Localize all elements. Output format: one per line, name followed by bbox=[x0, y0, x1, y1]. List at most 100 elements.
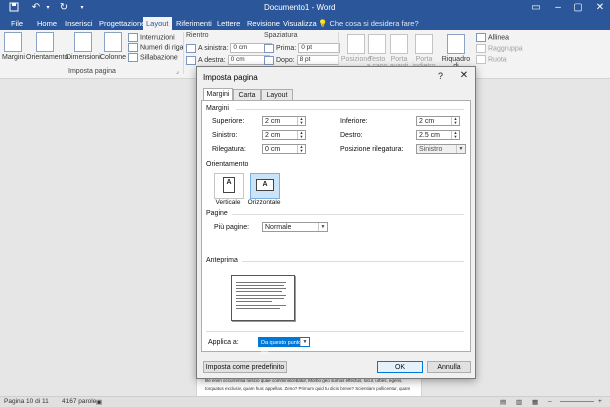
inferiore-label: Inferiore: bbox=[340, 118, 368, 125]
minimize-icon[interactable]: – bbox=[548, 1, 568, 15]
porta-avanti-button[interactable]: Porta avanti bbox=[388, 34, 410, 70]
allinea-button[interactable]: Allinea bbox=[476, 33, 509, 43]
preview-line bbox=[236, 288, 286, 289]
landscape-option[interactable]: A bbox=[250, 173, 280, 199]
proofing-icon[interactable]: ▣ bbox=[96, 398, 102, 406]
document-page[interactable]: Ille enim occurrentia nescio quae commin… bbox=[196, 376, 422, 398]
margini-button[interactable]: Margini bbox=[2, 32, 25, 61]
close-window-icon[interactable]: ✕ bbox=[590, 1, 610, 15]
tab-inserisci[interactable]: Inserisci bbox=[62, 17, 96, 30]
align-icon bbox=[476, 33, 486, 42]
group-separator bbox=[183, 32, 184, 74]
maximize-icon[interactable]: ▢ bbox=[568, 1, 588, 15]
spin-arrows-icon[interactable]: ▲ ▼ bbox=[297, 145, 305, 153]
zoom-out-icon[interactable]: – bbox=[548, 398, 552, 405]
spin-arrows-icon[interactable]: ▲ ▼ bbox=[297, 131, 305, 139]
destro-stepper[interactable]: 2.5 cm ▲ ▼ bbox=[416, 130, 460, 140]
columns-icon bbox=[104, 32, 122, 52]
chevron-down-icon: ▼ bbox=[456, 145, 465, 153]
line-numbers-icon bbox=[128, 43, 138, 52]
window-title: Documento1 - Word bbox=[264, 3, 336, 12]
raggruppa-button[interactable]: Raggruppa bbox=[476, 44, 523, 54]
size-icon bbox=[74, 32, 92, 52]
spacing-before-field[interactable]: Prima: 0 pt bbox=[264, 43, 341, 53]
help-icon[interactable]: ? bbox=[438, 71, 443, 81]
spacing-after-icon bbox=[264, 55, 274, 65]
zoom-in-icon[interactable]: + bbox=[598, 398, 602, 405]
qat-customize-icon[interactable]: ▾ bbox=[76, 2, 88, 14]
spin-arrows-icon[interactable]: ▲ ▼ bbox=[451, 117, 459, 125]
landscape-icon: A bbox=[256, 179, 274, 191]
page-setup-dialog: Imposta pagina ? ✕ Margini Carta Layout … bbox=[196, 66, 476, 379]
ribbon-tabs: File Home Inserisci Progettazione Layout… bbox=[0, 17, 610, 30]
dialog-title: Imposta pagina bbox=[203, 73, 258, 82]
page-preview bbox=[231, 275, 295, 321]
redo-icon[interactable]: ↻ bbox=[58, 2, 70, 14]
tab-visualizza[interactable]: Visualizza bbox=[280, 17, 320, 30]
spacing-before-icon bbox=[264, 43, 274, 53]
applica-select[interactable]: Da questo punto in poi ▼ bbox=[258, 337, 310, 356]
tab-home[interactable]: Home bbox=[34, 17, 60, 30]
lightbulb-icon: 💡 bbox=[318, 19, 328, 28]
position-icon bbox=[347, 34, 365, 54]
posizione-rilegatura-label: Posizione rilegatura: bbox=[340, 146, 404, 153]
posizione-rilegatura-select[interactable]: Sinistro ▼ bbox=[416, 144, 466, 154]
page-count[interactable]: Pagina 10 di 11 bbox=[4, 398, 49, 405]
section-margini: Margini bbox=[206, 105, 229, 112]
tell-me-search[interactable]: 💡 Che cosa si desidera fare? bbox=[318, 17, 419, 30]
close-icon[interactable]: ✕ bbox=[458, 70, 470, 81]
print-layout-icon[interactable]: ▥ bbox=[516, 398, 522, 406]
spacing-after-field[interactable]: Dopo: 8 pt bbox=[264, 55, 339, 65]
interruzioni-button[interactable]: Interruzioni bbox=[128, 33, 175, 43]
indent-right-field[interactable]: A destra: 0 cm bbox=[186, 55, 270, 65]
tab-revisione[interactable]: Revisione bbox=[244, 17, 283, 30]
ruota-button[interactable]: Ruota bbox=[476, 55, 507, 65]
preview-line bbox=[236, 308, 280, 309]
read-mode-icon[interactable]: ▤ bbox=[500, 398, 506, 406]
superiore-stepper[interactable]: 2 cm ▲ ▼ bbox=[262, 116, 306, 126]
divider bbox=[236, 109, 464, 110]
tab-progettazione[interactable]: Progettazione bbox=[96, 17, 148, 30]
numeri-di-riga-button[interactable]: Numeri di riga bbox=[128, 43, 184, 53]
indent-left-icon bbox=[186, 43, 196, 53]
portrait-option[interactable]: A bbox=[214, 173, 244, 199]
piu-pagine-select[interactable]: Normale ▼ bbox=[262, 222, 328, 232]
zoom-slider[interactable] bbox=[560, 401, 594, 402]
orientamento-button[interactable]: Orientamento bbox=[26, 32, 68, 61]
selection-pane-icon bbox=[447, 34, 465, 54]
word-count[interactable]: 4167 parole bbox=[62, 398, 96, 405]
sinistro-stepper[interactable]: 2 cm ▲ ▼ bbox=[262, 130, 306, 140]
preview-line bbox=[236, 301, 272, 302]
tab-riferimenti[interactable]: Riferimenti bbox=[173, 17, 215, 30]
section-orientamento: Orientamento bbox=[206, 161, 249, 168]
sillabazione-button[interactable]: Sillabazione bbox=[128, 53, 178, 63]
spaziatura-label: Spaziatura bbox=[264, 32, 298, 39]
spin-arrows-icon[interactable]: ▲ ▼ bbox=[451, 131, 459, 139]
imposta-predefinito-button[interactable]: Imposta come predefinito bbox=[203, 361, 287, 373]
indent-right-icon bbox=[186, 55, 196, 65]
tab-file[interactable]: File bbox=[8, 17, 26, 30]
ok-button[interactable]: OK bbox=[377, 361, 423, 373]
testo-a-capo-button[interactable]: Testo a capo bbox=[366, 34, 388, 70]
tab-layout[interactable]: Layout bbox=[143, 17, 172, 30]
colonne-button[interactable]: Colonne bbox=[100, 32, 126, 61]
inferiore-stepper[interactable]: 2 cm ▲ ▼ bbox=[416, 116, 460, 126]
save-icon[interactable] bbox=[8, 2, 20, 14]
rotate-icon bbox=[476, 55, 486, 64]
undo-icon[interactable]: ↶ bbox=[30, 2, 42, 14]
web-layout-icon[interactable]: ▦ bbox=[532, 398, 538, 406]
annulla-button[interactable]: Annulla bbox=[427, 361, 471, 373]
group-label-imposta-pagina: Imposta pagina bbox=[68, 68, 116, 75]
porta-indietro-button[interactable]: Porta indietro bbox=[412, 34, 436, 70]
portrait-icon: A bbox=[223, 177, 235, 193]
tab-lettere[interactable]: Lettere bbox=[214, 17, 243, 30]
indent-left-field[interactable]: A sinistra: 0 cm bbox=[186, 43, 273, 53]
group-icon bbox=[476, 44, 486, 53]
dimensioni-button[interactable]: Dimensioni bbox=[66, 32, 101, 61]
dialog-launcher-icon[interactable]: ⌟ bbox=[176, 68, 179, 75]
chevron-down-icon: ▼ bbox=[318, 223, 327, 231]
ribbon-display-icon[interactable]: ▭ bbox=[526, 1, 546, 15]
spin-arrows-icon[interactable]: ▲ ▼ bbox=[297, 117, 305, 125]
chevron-down-icon[interactable]: ▾ bbox=[42, 2, 54, 14]
rilegatura-stepper[interactable]: 0 cm ▲ ▼ bbox=[262, 144, 306, 154]
